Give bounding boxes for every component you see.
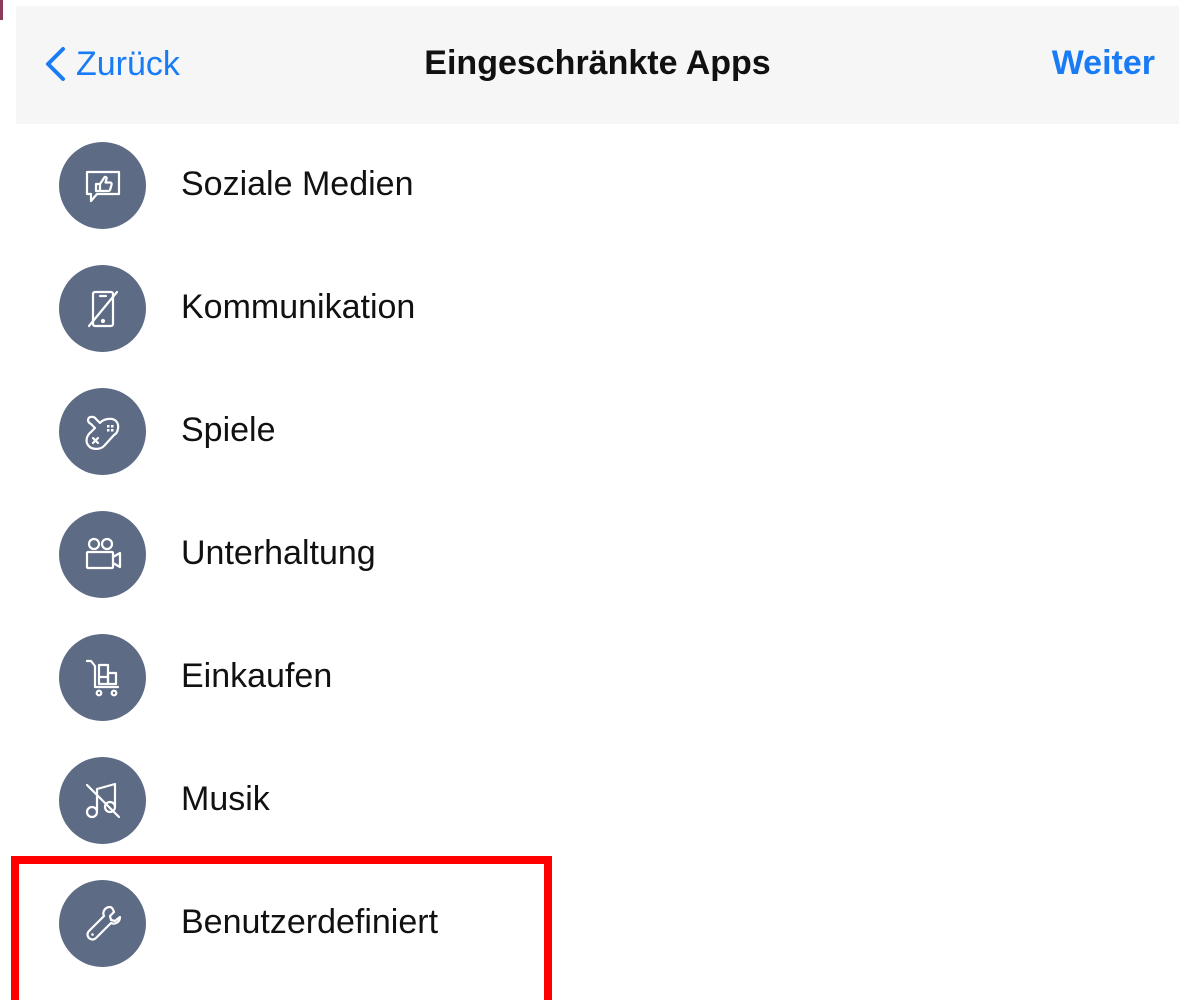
list-item-entertainment[interactable]: Unterhaltung (16, 493, 1179, 616)
list-item-label: Kommunikation (181, 288, 416, 326)
edge-tint (0, 0, 3, 20)
list-item-label: Musik (181, 780, 270, 818)
list-item-label: Soziale Medien (181, 165, 414, 203)
category-list: Soziale Medien Kommunikation Spiele Unte… (16, 124, 1179, 985)
list-item-label: Unterhaltung (181, 534, 376, 572)
list-item-label: Benutzerdefiniert (181, 903, 439, 941)
games-icon (59, 388, 146, 475)
social-media-icon (59, 142, 146, 229)
wrench-icon (59, 880, 146, 967)
list-item-communication[interactable]: Kommunikation (16, 247, 1179, 370)
shopping-icon (59, 634, 146, 721)
music-icon (59, 757, 146, 844)
left-edge (0, 0, 16, 1000)
next-button[interactable]: Weiter (1052, 44, 1155, 83)
entertainment-icon (59, 511, 146, 598)
list-item-custom[interactable]: Benutzerdefiniert (16, 862, 1179, 985)
list-item-label: Einkaufen (181, 657, 333, 695)
list-item-shopping[interactable]: Einkaufen (16, 616, 1179, 739)
page-title: Eingeschränkte Apps (424, 44, 771, 82)
list-item-label: Spiele (181, 411, 276, 449)
list-item-music[interactable]: Musik (16, 739, 1179, 862)
list-item-games[interactable]: Spiele (16, 370, 1179, 493)
screen: Zurück Eingeschränkte Apps Weiter Sozial… (0, 0, 1179, 1000)
list-item-social-media[interactable]: Soziale Medien (16, 124, 1179, 247)
communication-icon (59, 265, 146, 352)
navigation-bar: Zurück Eingeschränkte Apps Weiter (16, 6, 1179, 124)
